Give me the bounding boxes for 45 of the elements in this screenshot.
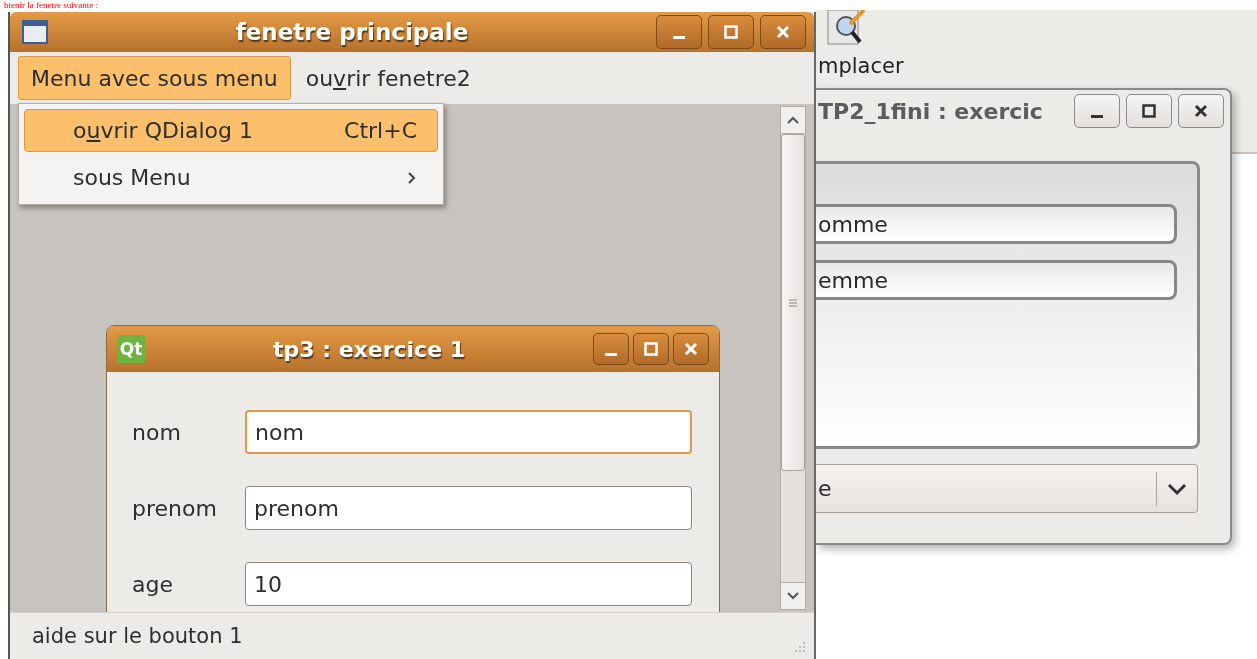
field-label: nom (131, 419, 182, 445)
window-title: tp3 : exercice 1 (272, 336, 466, 362)
maximize-icon (644, 342, 658, 356)
chevron-right-icon (407, 170, 417, 185)
close-button[interactable] (673, 333, 709, 365)
chevron-down-icon (786, 591, 800, 601)
field-label: age (131, 571, 174, 597)
text-field[interactable]: nom (245, 410, 692, 454)
minimize-icon (605, 352, 617, 356)
scrollbar[interactable] (780, 106, 806, 610)
close-icon (1194, 104, 1208, 118)
status-text: aide sur le bouton 1 (32, 624, 243, 648)
text-field[interactable]: 10 (245, 562, 692, 606)
maximize-button[interactable] (708, 15, 754, 49)
menu-bar-item[interactable]: Menu avec sous menu (18, 56, 291, 100)
app-logo: Qt (117, 335, 145, 363)
maximize-icon (1142, 104, 1156, 118)
maximize-icon (724, 25, 738, 39)
text-field[interactable]: omme (816, 204, 1177, 244)
scrollbar-thumb[interactable] (781, 134, 805, 471)
maximize-button[interactable] (1126, 94, 1172, 128)
text-field[interactable]: prenom (245, 486, 692, 530)
close-button[interactable] (760, 15, 806, 49)
close-button[interactable] (1178, 94, 1224, 128)
instruction-text: btenir la fenetre suivante : (4, 0, 98, 11)
minimize-button[interactable] (656, 15, 702, 49)
maximize-button[interactable] (633, 333, 669, 365)
combo-box[interactable]: e (816, 464, 1198, 513)
menu-item[interactable]: sous Menu (24, 156, 438, 199)
field-label: prenom (131, 495, 218, 521)
window-title: TP2_1fini : exercic (818, 98, 1043, 124)
chevron-up-icon (786, 115, 800, 125)
menu-item[interactable]: ouvrir QDialog 1 Ctrl+C (24, 109, 438, 152)
close-icon (776, 25, 790, 39)
minimize-icon (673, 35, 685, 39)
window-title: fenetre principale (235, 19, 469, 45)
close-icon (684, 342, 698, 356)
menu-bar-item[interactable]: ouvrir fenetre2 (292, 56, 484, 100)
text-field[interactable]: emme (816, 260, 1177, 300)
minimize-button[interactable] (593, 333, 629, 365)
minimize-button[interactable] (1074, 94, 1120, 128)
window-icon (22, 20, 48, 44)
minimize-icon (1091, 114, 1103, 118)
grip-icon (788, 297, 798, 308)
toolbar-label: mplacer (818, 54, 904, 78)
